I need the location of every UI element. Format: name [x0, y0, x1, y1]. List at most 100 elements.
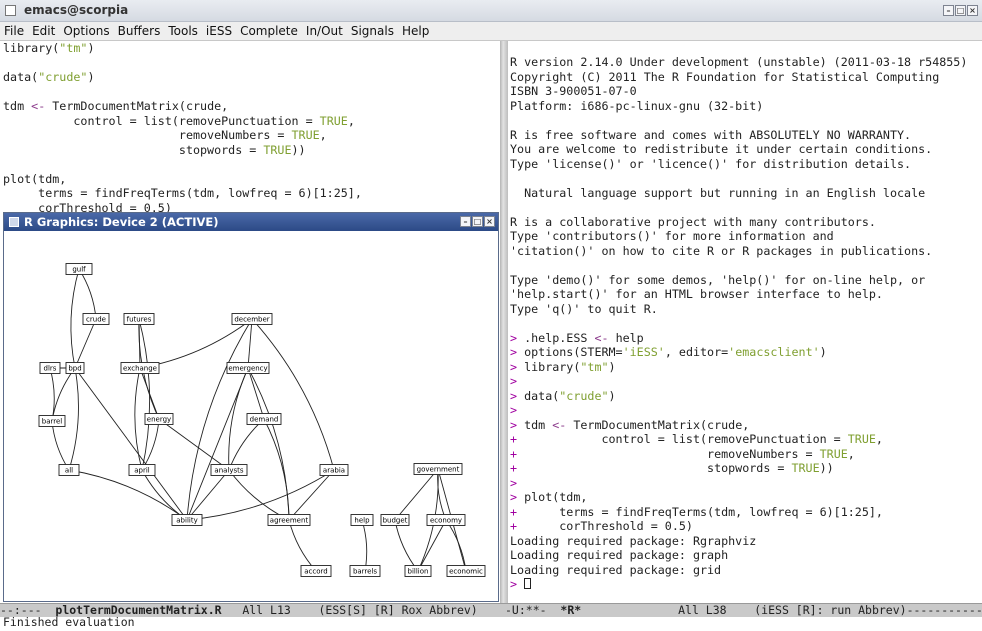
pane-divider[interactable]	[500, 41, 508, 603]
edge-bpd-ability	[74, 367, 188, 521]
console-line: > data("crude")	[510, 389, 616, 403]
minimize-icon[interactable]: –	[943, 5, 954, 16]
console-token: TRUE	[847, 432, 876, 446]
console-token: stopwords =	[524, 461, 792, 475]
editor-token: data(	[3, 70, 39, 84]
console-line: R is free software and comes with ABSOLU…	[510, 128, 911, 142]
maximize-icon[interactable]: □	[955, 5, 966, 16]
console-token: help	[608, 330, 644, 345]
console-token: You are welcome to redistribute it under…	[510, 142, 933, 156]
graph-node-label-budget: budget	[383, 517, 408, 525]
graph-node-billion: billion	[404, 565, 432, 577]
menu-options[interactable]: Options	[63, 24, 109, 38]
console-line: Copyright (C) 2011 The R Foundation for …	[510, 70, 939, 84]
modeline-console-prefix: -U:**-	[505, 603, 561, 617]
graph-node-government: government	[413, 463, 463, 475]
graph-node-help: help	[350, 514, 374, 526]
edge-december-ability	[186, 318, 253, 521]
editor-line: removeNumbers = TRUE,	[3, 128, 327, 142]
console-token: tdm	[524, 417, 553, 432]
edge-emergency-ability	[186, 367, 249, 521]
menu-complete[interactable]: Complete	[240, 24, 298, 38]
graph-node-label-emergency: emergency	[228, 365, 267, 373]
console-token: Natural language support but running in …	[510, 185, 926, 200]
graph-node-label-december: december	[234, 316, 269, 324]
console-token: >	[510, 388, 525, 403]
edge-analysts-agreement	[228, 469, 290, 521]
menu-file[interactable]: File	[4, 24, 24, 38]
console-line: > plot(tdm,	[510, 490, 587, 504]
graph-node-label-accord: accord	[304, 568, 327, 576]
console-line: R is a collaborative project with many c…	[510, 215, 876, 229]
console-token: +	[510, 446, 525, 461]
menu-buffers[interactable]: Buffers	[118, 24, 161, 38]
editor-line: tdm <- TermDocumentMatrix(crude,	[3, 99, 228, 113]
console-token: corThreshold = 0.5)	[524, 519, 693, 533]
edge-bpd-barrel	[51, 367, 76, 422]
graphics-close-icon[interactable]: ×	[484, 216, 495, 227]
text-cursor	[524, 578, 532, 589]
console-line: 'citation()' on how to cite R or R packa…	[510, 244, 932, 258]
console-line: > options(STERM='iESS', editor='emacscli…	[510, 345, 827, 359]
editor-token: terms = findFreqTerms(tdm, lowfreq = 6)[…	[3, 186, 362, 200]
graphics-minimize-icon[interactable]: –	[460, 216, 471, 227]
console-prompt: >	[510, 577, 525, 591]
graphics-title-bar[interactable]: R Graphics: Device 2 (ACTIVE) – □ ×	[4, 213, 498, 231]
editor-code[interactable]: library("tm") data("crude") tdm <- TermD…	[3, 41, 362, 215]
graphics-maximize-icon[interactable]: □	[472, 216, 483, 227]
graph-node-label-dlrs: dlrs	[44, 365, 57, 373]
console-output[interactable]: R version 2.14.0 Under development (unst…	[510, 55, 967, 592]
console-line: + control = list(removePunctuation = TRU…	[510, 432, 883, 446]
console-line: Type 'contributors()' for more informati…	[510, 229, 834, 243]
graph-node-label-gulf: gulf	[72, 266, 86, 274]
editor-line: stopwords = TRUE))	[3, 143, 306, 157]
menu-iess[interactable]: iESS	[206, 24, 232, 38]
term-graph-canvas: gulf crude futures december dlrs bpd exchange e…	[38, 263, 486, 577]
close-icon[interactable]: ×	[967, 5, 978, 16]
console-token: Type 'q()' to quit R.	[510, 301, 658, 316]
console-line: Natural language support but running in …	[510, 186, 925, 200]
graph-node-label-arabia: arabia	[323, 467, 345, 475]
console-token: ,	[847, 446, 855, 461]
console-token: control = list(removePunctuation =	[524, 432, 848, 446]
console-token: Loading required package: grid	[510, 562, 722, 577]
editor-token: )	[87, 70, 95, 84]
console-token: >	[510, 374, 518, 388]
console-token: "crude"	[559, 388, 609, 403]
graph-node-analysts: analysts	[210, 464, 248, 476]
edge-exchange-april	[134, 367, 143, 471]
edge-demand-analysts	[228, 418, 265, 471]
r-console-pane[interactable]: R version 2.14.0 Under development (unst…	[508, 41, 982, 603]
console-token: Loading required package: Rgraphviz	[510, 533, 757, 548]
edge-government-budget	[394, 468, 439, 521]
console-token: >	[510, 359, 525, 374]
menu-signals[interactable]: Signals	[351, 24, 394, 38]
r-graphics-window[interactable]: R Graphics: Device 2 (ACTIVE) – □ × gulf…	[3, 212, 499, 602]
console-token: TRUE	[791, 461, 820, 475]
edge-crude-bpd	[74, 318, 97, 369]
edge-december-arabia	[251, 318, 335, 471]
console-token: <-	[552, 417, 567, 432]
graph-node-label-all: all	[65, 467, 73, 475]
console-token: options(STERM=	[524, 345, 623, 359]
menu-edit[interactable]: Edit	[32, 24, 55, 38]
edge-april-ability	[141, 469, 188, 521]
modeline-console-info: All L38 (iESS [R]: run Abbrev)----------…	[581, 603, 982, 617]
console-token: >	[510, 345, 525, 359]
console-token: Type 'license()' or 'licence()' for dist…	[510, 156, 912, 171]
console-token: >	[510, 403, 518, 417]
console-line: >	[510, 476, 517, 490]
modeline-editor-info: All L13 (ESS[S] [R] Rox Abbrev)	[221, 603, 478, 617]
console-token: <-	[594, 330, 609, 345]
graph-node-energy: energy	[144, 413, 174, 425]
editor-token: TRUE	[319, 113, 348, 128]
editor-line: library("tm")	[3, 41, 95, 55]
menu-in-out[interactable]: In/Out	[306, 24, 343, 38]
console-token: ,	[875, 432, 883, 446]
console-line: Loading required package: graph	[510, 548, 728, 562]
console-token: 'help.start()' for an HTML browser inter…	[510, 287, 883, 301]
menu-tools[interactable]: Tools	[168, 24, 198, 38]
menu-help[interactable]: Help	[402, 24, 429, 38]
graph-node-april: april	[128, 464, 156, 476]
editor-token: removeNumbers =	[3, 128, 292, 142]
